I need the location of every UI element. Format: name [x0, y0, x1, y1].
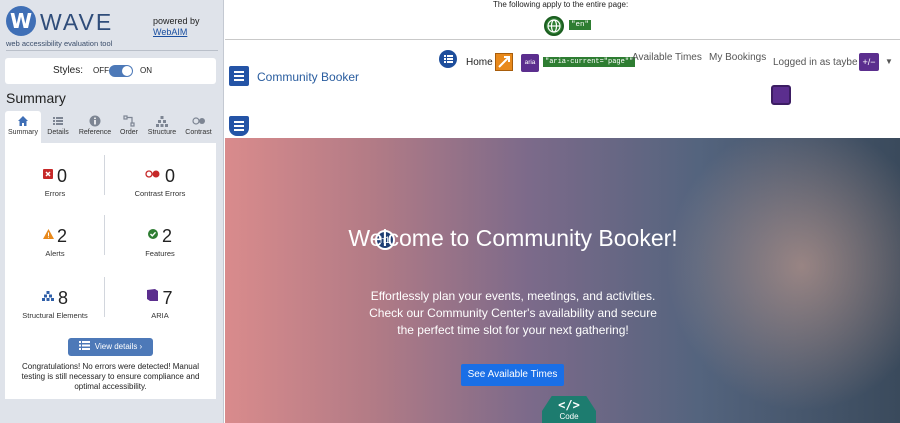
- page-level-annotations: The following apply to the entire page: …: [225, 0, 900, 40]
- nav-home[interactable]: Home: [466, 57, 493, 68]
- alerts-label: Alerts: [45, 249, 65, 258]
- tab-label: Order: [120, 129, 138, 136]
- view-details-button[interactable]: View details ›: [68, 338, 153, 356]
- stat-errors[interactable]: 0 Errors: [5, 163, 105, 198]
- tab-summary[interactable]: Summary: [5, 111, 41, 143]
- tab-contrast[interactable]: Contrast: [181, 111, 216, 143]
- tab-reference[interactable]: Reference: [75, 111, 115, 143]
- site-brand[interactable]: Community Booker: [257, 70, 359, 84]
- list-icon: [41, 115, 75, 127]
- nav-my-bookings[interactable]: My Bookings: [709, 52, 766, 63]
- feature-icon: [147, 223, 158, 239]
- error-icon: [42, 163, 53, 179]
- tab-structure[interactable]: Structure: [143, 111, 181, 143]
- stat-alerts[interactable]: 2 Alerts: [5, 223, 105, 258]
- stat-aria[interactable]: 7 ARIA: [110, 285, 210, 320]
- contrast-errors-count: 0: [164, 166, 175, 186]
- wave-w-icon: W: [6, 6, 36, 36]
- aria-menu-icon[interactable]: [771, 85, 791, 105]
- structural-label: Structural Elements: [22, 311, 88, 320]
- evaluated-page: The following apply to the entire page: …: [225, 0, 900, 423]
- site-navbar: Community Booker Home aria "aria-current…: [225, 41, 900, 138]
- structure-icon: [41, 285, 54, 301]
- language-globe-icon[interactable]: [544, 16, 564, 36]
- tab-label: Contrast: [185, 129, 212, 136]
- entire-page-text: The following apply to the entire page:: [493, 0, 629, 9]
- wave-sidebar: W WAVE web accessibility evaluation tool…: [0, 0, 224, 423]
- code-icon: </>: [558, 398, 580, 412]
- wave-logo: W WAVE web accessibility evaluation tool…: [6, 6, 218, 48]
- stat-features[interactable]: 2 Features: [110, 223, 210, 258]
- webaim-link[interactable]: WebAIM: [153, 27, 187, 37]
- tab-label: Details: [47, 129, 69, 136]
- chevron-down-icon[interactable]: ▼: [885, 57, 893, 66]
- styles-on-label: ON: [140, 66, 152, 75]
- summary-panel: 0 Errors 0 Contrast Errors 2 Alerts 2 Fe…: [5, 143, 216, 399]
- hero-title: Welcome to Community Booker!: [348, 225, 678, 251]
- structure-list-icon[interactable]: [229, 66, 249, 86]
- aria-expanded-icon[interactable]: +/−: [859, 53, 879, 71]
- contrast-icon: [181, 115, 216, 127]
- aria-label: ARIA: [151, 311, 169, 320]
- see-available-times-button[interactable]: See Available Times: [461, 364, 564, 386]
- wave-subtitle: web accessibility evaluation tool: [6, 39, 113, 48]
- errors-count: 0: [56, 166, 67, 186]
- structure-icon: [143, 115, 181, 127]
- stat-structural[interactable]: 8 Structural Elements: [5, 285, 105, 320]
- hero-section: h1 Welcome to Community Booker! Effortle…: [225, 138, 900, 423]
- aria-current-tag: "aria-current="page"": [543, 57, 636, 67]
- congrats-message: Congratulations! No errors were detected…: [21, 362, 200, 391]
- styles-label: Styles:: [53, 65, 84, 76]
- tab-details[interactable]: Details: [41, 111, 75, 143]
- code-label: Code: [559, 412, 579, 421]
- logged-in-text[interactable]: Logged in as taybe: [773, 57, 858, 68]
- aria-icon: [147, 285, 159, 301]
- redundant-link-alert-icon[interactable]: [495, 53, 513, 71]
- alert-icon: [42, 223, 54, 239]
- home-icon: [5, 115, 41, 127]
- tab-label: Reference: [78, 129, 112, 136]
- view-details-label: View details ›: [94, 342, 143, 351]
- styles-toggle[interactable]: [109, 65, 133, 77]
- nav-available-times[interactable]: Available Times: [632, 52, 702, 63]
- contrast-error-icon: [145, 163, 161, 178]
- styles-toggle-row: Styles: OFF ON: [5, 58, 216, 84]
- powered-by: powered by WebAIM: [153, 16, 200, 38]
- powered-by-text: powered by: [153, 16, 200, 26]
- tab-label: Summary: [8, 129, 38, 136]
- contrast-errors-label: Contrast Errors: [134, 189, 186, 198]
- list-structure-icon[interactable]: [439, 50, 457, 68]
- list-icon: [78, 339, 90, 357]
- order-icon: [115, 115, 143, 127]
- code-panel-button[interactable]: </> Code: [542, 396, 596, 423]
- alerts-count: 2: [56, 226, 67, 246]
- language-tag: "en": [569, 20, 592, 30]
- toggle-knob: [122, 66, 132, 76]
- hero-background-photo: [655, 138, 900, 423]
- features-count: 2: [161, 226, 172, 246]
- info-icon: [75, 115, 115, 127]
- hero-description: Effortlessly plan your events, meetings,…: [369, 289, 657, 337]
- styles-off-label: OFF: [93, 66, 109, 75]
- summary-heading: Summary: [6, 90, 66, 106]
- structure-region-icon[interactable]: [229, 116, 249, 136]
- wave-tabs: Summary Details Reference Order Structur…: [5, 111, 216, 143]
- divider: [6, 50, 218, 51]
- tab-label: Structure: [147, 129, 177, 136]
- tab-order[interactable]: Order: [115, 111, 143, 143]
- structural-count: 8: [57, 288, 68, 308]
- features-label: Features: [145, 249, 175, 258]
- stat-contrast-errors[interactable]: 0 Contrast Errors: [110, 163, 210, 198]
- aria-count: 7: [162, 288, 173, 308]
- aria-icon[interactable]: aria: [521, 54, 539, 72]
- wave-title: WAVE: [40, 9, 114, 35]
- errors-label: Errors: [44, 189, 66, 198]
